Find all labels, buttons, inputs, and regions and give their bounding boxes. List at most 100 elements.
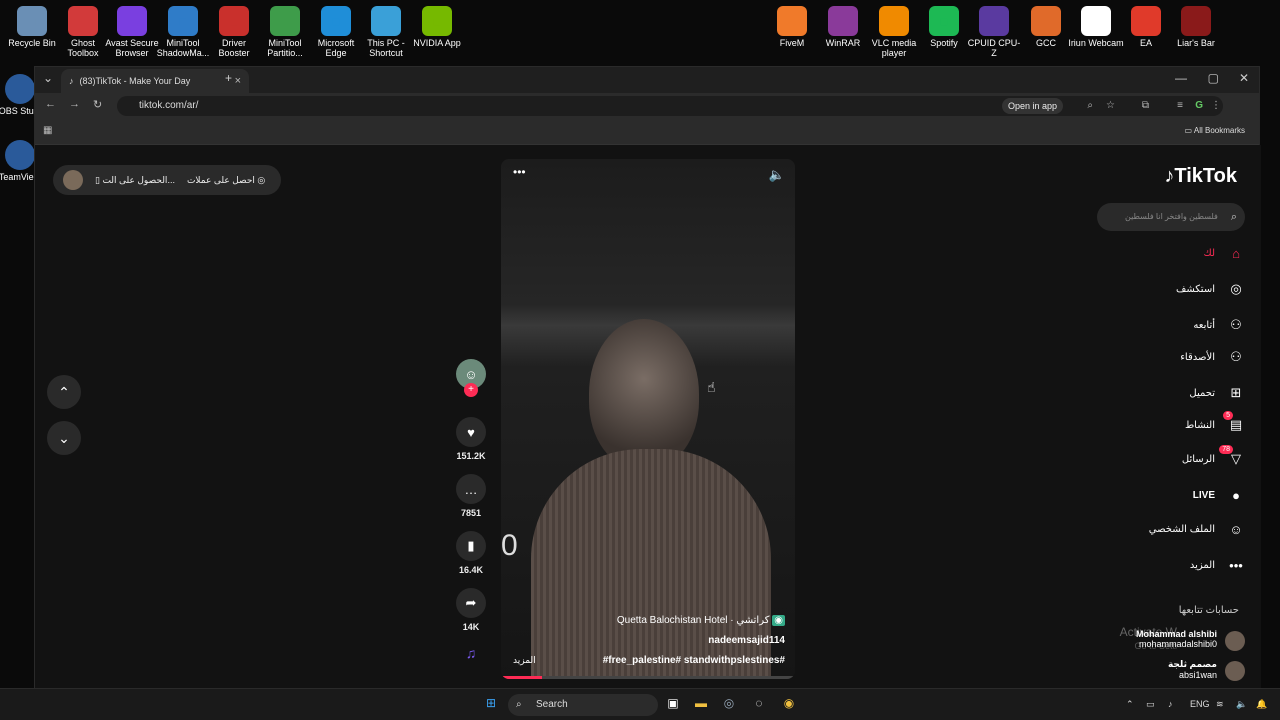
compass-icon: ◎ bbox=[1230, 281, 1242, 296]
recycle-bin-icon: ■ bbox=[17, 6, 47, 36]
new-tab-icon[interactable]: + bbox=[225, 71, 232, 85]
volume-icon[interactable]: 🔈 bbox=[769, 167, 785, 183]
sidebar-item[interactable]: الملف الشخصي ☺ bbox=[1065, 517, 1245, 541]
desktop-icon[interactable]: ■ WinRAR bbox=[815, 2, 871, 48]
close-window-icon[interactable]: ✕ bbox=[1239, 71, 1249, 85]
wifi-icon[interactable]: ≋ bbox=[1216, 699, 1224, 710]
sidebar-item[interactable]: تحميل ⊞ bbox=[1065, 381, 1245, 405]
search-input[interactable]: فلسطين وافتخر انا فلسطين ⌕ bbox=[1097, 203, 1245, 231]
reading-list-icon[interactable]: ≡ bbox=[1177, 96, 1183, 116]
followed-account[interactable]: Mohammad alshibi mohammadalshibi0 bbox=[1085, 629, 1245, 651]
forward-icon[interactable]: → bbox=[69, 98, 80, 110]
comment-button[interactable]: … 7851 bbox=[451, 474, 491, 518]
desktop-icon[interactable]: ■ This PC - Shortcut bbox=[358, 2, 414, 58]
sidebar-item[interactable]: أتابعه ⚇ bbox=[1065, 313, 1245, 337]
reload-icon[interactable]: ↻ bbox=[93, 98, 102, 111]
sidebar-item[interactable]: الأصدقاء ⚇ bbox=[1065, 345, 1245, 369]
follow-plus-icon[interactable]: + bbox=[464, 383, 478, 397]
all-bookmarks-button[interactable]: ▭ All Bookmarks bbox=[1185, 126, 1245, 135]
desktop-icon-label: Ghost Toolbox bbox=[67, 38, 99, 58]
save-button[interactable]: ▮ 16.4K bbox=[451, 531, 491, 575]
maximize-icon[interactable]: ▢ bbox=[1208, 71, 1219, 85]
desktop-icon[interactable]: ■ VLC media player bbox=[866, 2, 922, 58]
start-icon[interactable]: ⊞ bbox=[482, 696, 500, 714]
open-in-app-button[interactable]: Open in app bbox=[1001, 98, 1063, 114]
like-button[interactable]: ♥ 151.2K bbox=[451, 417, 491, 461]
search-placeholder: فلسطين وافتخر انا فلسطين bbox=[1125, 212, 1218, 221]
apps-grid-icon[interactable]: ▦ bbox=[43, 125, 52, 136]
video-options-icon[interactable]: ••• bbox=[513, 165, 526, 179]
url-field[interactable]: tiktok.com/ar/ Open in app ⌕ ☆ ⧉ ≡ G ⋮ bbox=[117, 96, 1223, 116]
file-explorer-icon[interactable]: ▬ bbox=[692, 696, 710, 714]
profile-avatar-icon: ☺ bbox=[1229, 521, 1243, 537]
bookmarks-bar: ▦ ▭ All Bookmarks bbox=[35, 119, 1259, 145]
sidebar-item-label: أتابعه bbox=[1193, 319, 1215, 331]
desktop-icon[interactable]: ■ MiniTool Partitio... bbox=[257, 2, 313, 58]
task-view-icon[interactable]: ▣ bbox=[664, 696, 682, 714]
network-icon[interactable]: ▭ bbox=[1146, 699, 1155, 710]
video-player[interactable]: ••• 🔈 0 Quetta Balochistan Hotel · كراتش… bbox=[501, 159, 795, 679]
tray-expand-icon[interactable]: ⌃ bbox=[1126, 699, 1134, 710]
music-disc[interactable]: ♫ bbox=[451, 645, 491, 661]
desktop-icon[interactable]: ■ FiveM bbox=[764, 2, 820, 48]
desktop-icon[interactable]: ■ Iriun Webcam bbox=[1068, 2, 1124, 48]
desktop-icon[interactable]: ■ Microsoft Edge bbox=[308, 2, 364, 58]
sidebar-item[interactable]: الرسائل ▽ 78 bbox=[1065, 445, 1245, 471]
desktop-icon[interactable]: ■ EA bbox=[1118, 2, 1174, 48]
desktop-icon[interactable]: ■ MiniTool ShadowMa... bbox=[155, 2, 211, 58]
browser-menu-icon[interactable]: ⋮ bbox=[1211, 96, 1221, 116]
sidebar-item[interactable]: LIVE ● bbox=[1065, 483, 1245, 507]
steam-icon[interactable]: ◎ bbox=[720, 696, 738, 714]
taskbar-search[interactable]: ⌕ Search bbox=[508, 694, 658, 716]
sidebar-item-label: LIVE bbox=[1192, 489, 1215, 501]
desktop-icon[interactable]: ■ Spotify bbox=[916, 2, 972, 48]
language-indicator[interactable]: ENG bbox=[1190, 699, 1210, 709]
sidebar-item[interactable]: المزيد ••• bbox=[1065, 553, 1245, 577]
obs-icon bbox=[5, 74, 35, 104]
discord-icon[interactable]: ◌ bbox=[750, 696, 768, 714]
avatar[interactable] bbox=[63, 170, 83, 190]
extensions-icon[interactable]: ⧉ bbox=[1142, 96, 1149, 116]
sidebar-item[interactable]: استكشف ◎ bbox=[1065, 277, 1245, 301]
share-count: 14K bbox=[462, 622, 480, 632]
desktop-icon[interactable]: ■ Recycle Bin bbox=[4, 2, 60, 48]
sidebar-item[interactable]: النشاط ▤ 5 bbox=[1065, 411, 1245, 437]
search-icon[interactable]: ⌕ bbox=[1231, 203, 1237, 231]
desktop-icon[interactable]: ■ GCC bbox=[1018, 2, 1074, 48]
get-app-button[interactable]: ▯ الحصول على الت... bbox=[95, 175, 175, 186]
creator-avatar[interactable]: ☺ + bbox=[451, 359, 491, 397]
zoom-icon[interactable]: ⌕ bbox=[1087, 96, 1093, 116]
get-coins-label: احصل على عملات bbox=[186, 174, 255, 185]
desktop-icon[interactable]: ■ NVIDIA App bbox=[409, 2, 465, 48]
profile-icon[interactable]: G bbox=[1195, 96, 1203, 116]
bookmark-star-icon[interactable]: ☆ bbox=[1106, 96, 1115, 116]
account-name: Mohammad alshibi bbox=[1135, 629, 1217, 639]
previous-video-button[interactable]: ⌃ bbox=[47, 375, 81, 409]
chrome-icon[interactable]: ◉ bbox=[780, 696, 798, 714]
tab-close-icon[interactable]: × bbox=[235, 75, 241, 87]
microphone-icon[interactable]: ♪ bbox=[1168, 699, 1173, 709]
sidebar-item[interactable]: لك ⌂ bbox=[1065, 241, 1245, 265]
desktop-icon[interactable]: ■ CPUID CPU-Z bbox=[966, 2, 1022, 58]
friends-icon: ⚇ bbox=[1230, 349, 1242, 364]
next-video-button[interactable]: ⌄ bbox=[47, 421, 81, 455]
tiktok-logo[interactable]: ♪TikTok bbox=[1164, 165, 1237, 188]
get-coins-button[interactable]: احصل على عملات ◎ bbox=[187, 175, 265, 186]
desktop-icon[interactable]: ■ Ghost Toolbox bbox=[55, 2, 111, 58]
video-progress-bar[interactable] bbox=[501, 676, 795, 679]
desktop-icon[interactable]: ■ Avast Secure Browser bbox=[104, 2, 160, 58]
video-hashtags[interactable]: #free_palestine# standwithpslestines# bbox=[603, 655, 785, 666]
followed-account[interactable]: مصمم ثلجة absi1wan bbox=[1085, 659, 1245, 681]
desktop-icon[interactable]: ■ Liar's Bar bbox=[1168, 2, 1224, 48]
minimize-icon[interactable]: — bbox=[1175, 71, 1187, 85]
video-location[interactable]: Quetta Balochistan Hotel · كراتشي ◉ bbox=[617, 615, 785, 626]
tab-tiktok[interactable]: ♪ (83)TikTok - Make Your Day × bbox=[61, 69, 249, 93]
desktop-icon[interactable]: ■ Driver Booster bbox=[206, 2, 262, 58]
tab-search-icon[interactable]: ⌄ bbox=[43, 71, 53, 85]
notification-bell-icon[interactable]: 🔔 bbox=[1256, 699, 1267, 710]
video-username[interactable]: nadeemsajid114 bbox=[708, 635, 785, 646]
share-button[interactable]: ➦ 14K bbox=[451, 588, 491, 632]
back-icon[interactable]: ← bbox=[45, 98, 56, 110]
video-more-link[interactable]: المزيد bbox=[513, 655, 536, 666]
volume-tray-icon[interactable]: 🔈 bbox=[1236, 699, 1247, 710]
